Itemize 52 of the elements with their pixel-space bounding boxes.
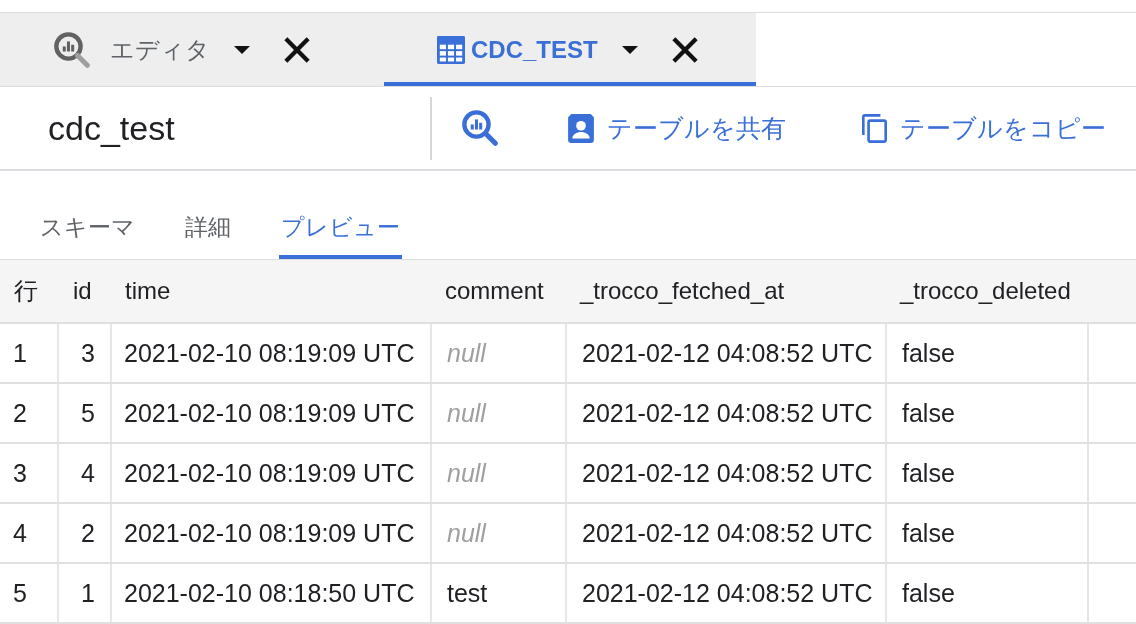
table-cell: 2021-02-10 08:19:09 UTC: [110, 444, 430, 502]
close-icon[interactable]: [284, 36, 310, 63]
caret-icon[interactable]: [234, 45, 250, 54]
tab[interactable]: エディタ: [0, 13, 384, 86]
table-cell: null: [430, 324, 565, 382]
column-header: _trocco_deleted: [898, 276, 1072, 306]
row-number: 3: [12, 457, 28, 489]
table-cell: 5: [57, 384, 110, 442]
table-cell: 2021-02-10 08:19:09 UTC: [110, 504, 430, 562]
table-cell: 2021-02-12 04:08:52 UTC: [565, 504, 885, 562]
row-number: 4: [12, 517, 28, 549]
table-cell: 2021-02-12 04:08:52 UTC: [565, 324, 885, 382]
table-cell: 2021-02-10 08:19:09 UTC: [110, 324, 430, 382]
column-header: 行: [13, 276, 39, 306]
table-cell: null: [430, 504, 565, 562]
chart-magnifier-icon[interactable]: [462, 110, 498, 146]
table-cell: false: [885, 564, 1087, 622]
table-cell: 2021-02-10 08:19:09 UTC: [110, 384, 430, 442]
column-header: id: [72, 276, 93, 306]
table-cell: 2021-02-10 08:18:50 UTC: [110, 564, 430, 622]
copy-icon: [862, 113, 887, 143]
table-cell: false: [885, 324, 1087, 382]
row-number: 1: [12, 337, 28, 369]
chart-magnifier-icon: [54, 31, 90, 68]
column-header: time: [124, 276, 172, 306]
person-badge-icon: [568, 113, 594, 143]
row-number: 2: [12, 397, 28, 429]
table-title: cdc_test: [47, 108, 176, 148]
tab[interactable]: CDC_TEST: [384, 13, 756, 86]
share-table-button[interactable]: テーブルを共有: [568, 111, 786, 145]
table-cell: test: [430, 564, 565, 622]
table-cell: 1: [57, 564, 110, 622]
table-cell: 2021-02-12 04:08:52 UTC: [565, 384, 885, 442]
subtab[interactable]: スキーマ: [38, 200, 137, 259]
column-header: _trocco_fetched_at: [578, 276, 786, 306]
table-cell: null: [430, 384, 565, 442]
table-cell: 4: [57, 444, 110, 502]
table-cell: false: [885, 384, 1087, 442]
table-cell: 2021-02-12 04:08:52 UTC: [565, 444, 885, 502]
table-cell: 3: [57, 324, 110, 382]
row-number: 5: [12, 577, 28, 609]
close-icon[interactable]: [671, 36, 698, 63]
table-cell: null: [430, 444, 565, 502]
table-grid-icon: [437, 35, 465, 64]
table-cell: 2: [57, 504, 110, 562]
table-cell: 2021-02-12 04:08:52 UTC: [565, 564, 885, 622]
column-header: comment: [444, 276, 545, 306]
subtab[interactable]: 詳細: [183, 200, 233, 259]
copy-table-button[interactable]: テーブルをコピー: [862, 111, 1106, 145]
table-cell: false: [885, 504, 1087, 562]
caret-icon[interactable]: [621, 45, 638, 54]
table-cell: false: [885, 444, 1087, 502]
